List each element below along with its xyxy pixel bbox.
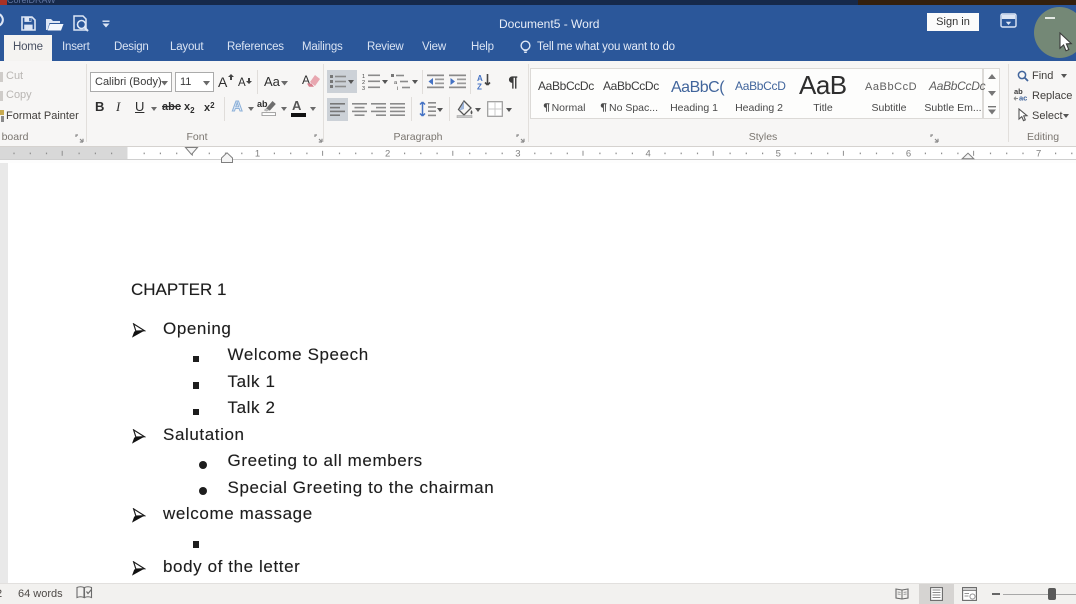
svg-text:Z: Z bbox=[477, 83, 482, 91]
svg-text:ac: ac bbox=[1019, 94, 1027, 102]
svg-text:3: 3 bbox=[515, 149, 520, 160]
svg-text:i: i bbox=[397, 86, 398, 90]
svg-text:3: 3 bbox=[362, 86, 365, 90]
svg-text:1: 1 bbox=[255, 149, 260, 160]
svg-text:2: 2 bbox=[385, 149, 390, 160]
svg-text:4: 4 bbox=[645, 149, 650, 160]
svg-text:5: 5 bbox=[776, 149, 781, 160]
svg-text:6: 6 bbox=[906, 149, 911, 160]
svg-text:7: 7 bbox=[1036, 149, 1041, 160]
